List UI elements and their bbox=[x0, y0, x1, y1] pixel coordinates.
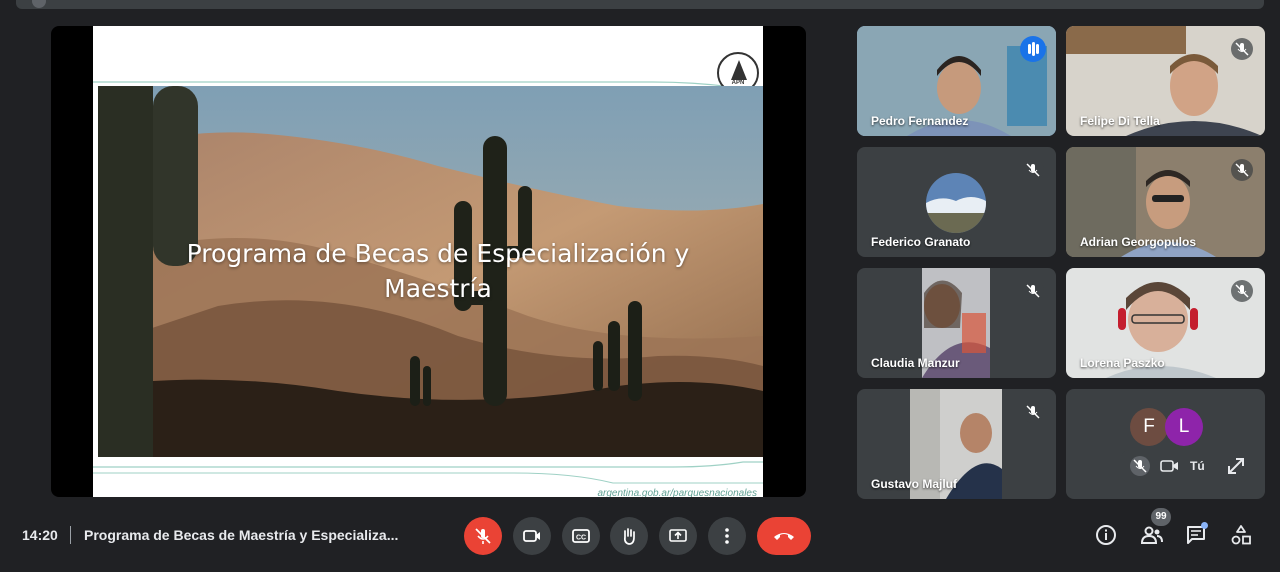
expand-icon[interactable] bbox=[1224, 454, 1248, 478]
meeting-info-button[interactable] bbox=[1090, 519, 1122, 551]
people-count-badge: 99 bbox=[1151, 508, 1171, 526]
participant-tile-claudia-manzur[interactable]: Claudia Manzur bbox=[857, 268, 1056, 378]
self-tile[interactable]: F L Tú bbox=[1066, 389, 1265, 499]
participant-name: Federico Granato bbox=[871, 235, 971, 249]
participant-tile-lorena-paszko[interactable]: Lorena Paszko bbox=[1066, 268, 1265, 378]
bottom-toolbar: 14:20 Programa de Becas de Maestría y Es… bbox=[0, 507, 1280, 572]
leave-call-button[interactable] bbox=[757, 517, 811, 555]
captions-icon: CC bbox=[572, 529, 590, 543]
svg-text:CC: CC bbox=[576, 535, 586, 542]
participant-name: Claudia Manzur bbox=[871, 356, 960, 370]
participant-tile-gustavo-majluf[interactable]: Gustavo Majluf bbox=[857, 389, 1056, 499]
participant-tile-pedro-fernandez[interactable]: Pedro Fernandez bbox=[857, 26, 1056, 136]
mic-off-icon bbox=[1231, 38, 1253, 60]
present-screen-icon bbox=[669, 529, 687, 542]
mic-off-icon bbox=[475, 528, 491, 544]
people-icon bbox=[1140, 526, 1163, 544]
self-camera-off-icon[interactable] bbox=[1158, 455, 1180, 477]
avatar-f: F bbox=[1130, 408, 1168, 446]
separator bbox=[70, 526, 71, 544]
activities-icon bbox=[1231, 525, 1251, 545]
present-screen-button[interactable] bbox=[659, 517, 697, 555]
participant-name: Felipe Di Tella bbox=[1080, 114, 1160, 128]
meeting-title: Programa de Becas de Maestría y Especial… bbox=[84, 527, 399, 543]
participant-avatar bbox=[926, 173, 986, 233]
slide-footer-url: argentina.gob.ar/parquesnacionales bbox=[597, 488, 757, 497]
mic-off-icon bbox=[1022, 159, 1044, 181]
top-bar bbox=[16, 0, 1264, 9]
slide-title: Programa de Becas de Especialización y M… bbox=[186, 239, 690, 303]
mic-off-icon bbox=[1231, 159, 1253, 181]
presentation-stage: APN Programa de Becas de Especialización… bbox=[51, 26, 806, 497]
mic-off-icon bbox=[1231, 280, 1253, 302]
camera-toggle-button[interactable] bbox=[513, 517, 551, 555]
mic-off-icon bbox=[1022, 280, 1044, 302]
tree-icon bbox=[731, 60, 747, 80]
raise-hand-icon bbox=[623, 528, 635, 545]
leave-call-icon bbox=[774, 533, 794, 540]
camera-icon bbox=[523, 530, 540, 542]
activities-button[interactable] bbox=[1225, 519, 1257, 551]
top-strip bbox=[0, 0, 1280, 10]
participant-name: Gustavo Majluf bbox=[871, 477, 958, 491]
more-options-icon bbox=[725, 528, 729, 544]
clock-time: 14:20 bbox=[22, 527, 58, 543]
presentation-slide: APN Programa de Becas de Especialización… bbox=[93, 26, 763, 497]
participant-tile-federico-granato[interactable]: Federico Granato bbox=[857, 147, 1056, 257]
mic-toggle-button[interactable] bbox=[464, 517, 502, 555]
mic-off-icon bbox=[1022, 401, 1044, 423]
you-label: Tú bbox=[1190, 459, 1205, 473]
participant-name: Pedro Fernandez bbox=[871, 114, 969, 128]
speaking-indicator-icon bbox=[1020, 36, 1046, 62]
participant-name: Lorena Paszko bbox=[1080, 356, 1165, 370]
info-icon bbox=[1096, 525, 1116, 545]
captions-button[interactable]: CC bbox=[562, 517, 600, 555]
avatar-l: L bbox=[1165, 408, 1203, 446]
more-options-button[interactable] bbox=[708, 517, 746, 555]
chat-notification-dot bbox=[1201, 522, 1208, 529]
raise-hand-button[interactable] bbox=[610, 517, 648, 555]
participant-tile-felipe-di-tella[interactable]: Felipe Di Tella bbox=[1066, 26, 1265, 136]
participant-tile-adrian-georgopulos[interactable]: Adrian Georgopulos bbox=[1066, 147, 1265, 257]
self-mic-off-icon[interactable] bbox=[1129, 455, 1151, 477]
participant-name: Adrian Georgopulos bbox=[1080, 235, 1197, 249]
